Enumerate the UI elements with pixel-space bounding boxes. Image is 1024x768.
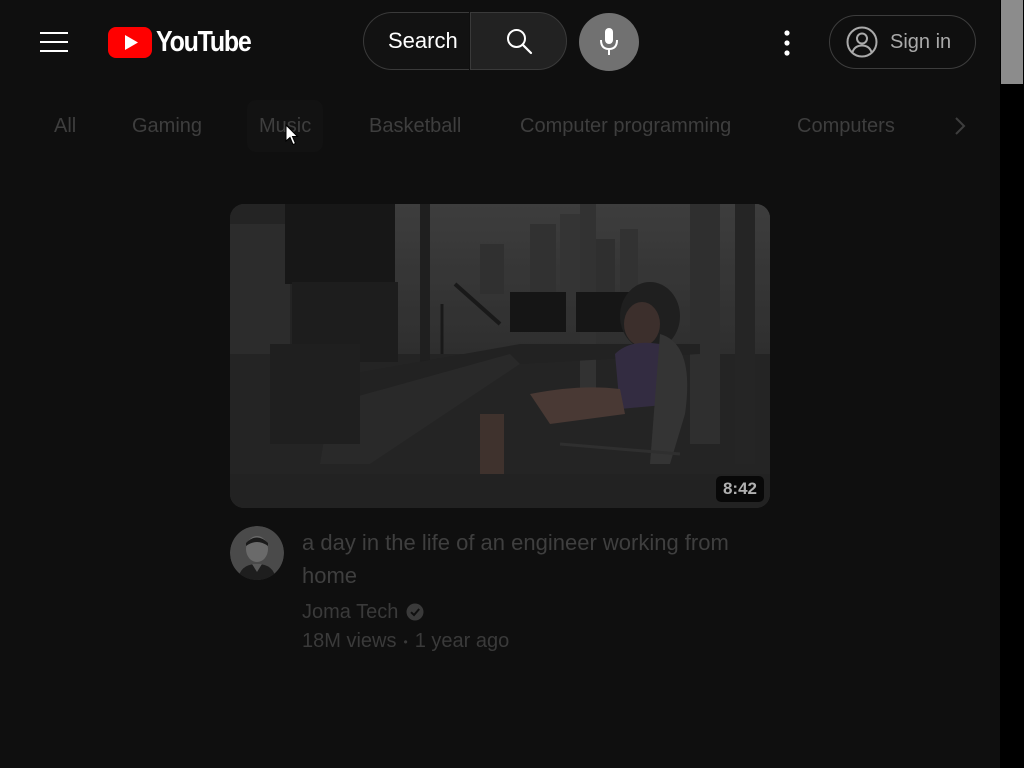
youtube-play-logo-icon <box>108 26 152 58</box>
video-metadata: 18M views • 1 year ago <box>302 630 509 653</box>
verified-check-icon <box>406 603 424 621</box>
page-scrollbar[interactable] <box>1000 0 1024 768</box>
avatar-image <box>230 526 284 580</box>
video-duration-badge: 8:42 <box>715 476 764 502</box>
masthead: YouTube Search Sign in <box>0 0 1000 84</box>
microphone-icon <box>600 28 618 55</box>
search-button[interactable] <box>470 12 567 70</box>
channel-row[interactable]: Joma Tech <box>302 600 424 624</box>
more-options-button[interactable] <box>766 22 808 64</box>
video-thumbnail[interactable]: 8:42 <box>230 204 770 508</box>
search-box[interactable] <box>363 12 469 70</box>
chip-basketball[interactable]: Basketball <box>369 100 461 152</box>
account-circle-icon <box>846 26 878 58</box>
chip-gaming[interactable]: Gaming <box>132 100 202 152</box>
sign-in-label: Sign in <box>890 30 952 53</box>
metadata-separator: • <box>403 634 408 649</box>
guide-menu-button[interactable] <box>32 20 76 64</box>
chip-music[interactable]: Music <box>247 100 324 152</box>
channel-name[interactable]: Joma Tech <box>302 601 398 624</box>
chip-computer-programming[interactable]: Computer programming <box>520 100 731 152</box>
voice-search-button[interactable] <box>579 13 639 71</box>
scrollbar-thumb[interactable] <box>1001 0 1023 84</box>
chevron-right-icon <box>955 117 966 135</box>
youtube-page: YouTube Search Sign in All Gaming Music … <box>0 0 1000 768</box>
chip-bar: All Gaming Music Basketball Computer pro… <box>0 100 1000 154</box>
more-vert-icon <box>784 30 790 56</box>
thumbnail-image <box>230 204 770 508</box>
video-card: 8:42 a day in the life of an engineer wo… <box>230 204 770 664</box>
logo-text: YouTube <box>156 25 252 58</box>
youtube-logo[interactable]: YouTube <box>108 25 266 59</box>
hamburger-menu-icon <box>40 32 68 52</box>
search-icon <box>506 29 532 55</box>
video-title[interactable]: a day in the life of an engineer working… <box>302 526 742 592</box>
chip-next-button[interactable] <box>940 106 980 146</box>
chip-all[interactable]: All <box>54 100 76 152</box>
search-input[interactable] <box>388 28 468 54</box>
channel-avatar[interactable] <box>230 526 284 580</box>
chip-computers[interactable]: Computers <box>797 100 895 152</box>
upload-age: 1 year ago <box>414 630 510 652</box>
sign-in-button[interactable]: Sign in <box>829 15 976 69</box>
view-count: 18M views <box>302 630 397 652</box>
